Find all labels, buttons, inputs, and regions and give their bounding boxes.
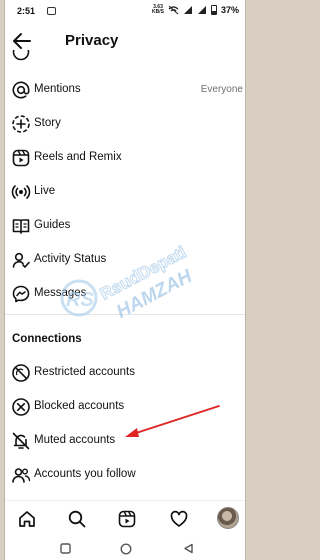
story-icon — [12, 115, 30, 133]
row-label: Live — [34, 185, 56, 197]
phone-screen: 2:51 3.63 KB/S 37% Privacy Mentions Ever… — [4, 0, 246, 560]
back-triangle-icon[interactable] — [183, 543, 194, 554]
wifi-off-icon — [168, 5, 179, 15]
signal-icon — [183, 6, 192, 14]
comment-icon — [12, 50, 30, 61]
activity-status-icon — [12, 252, 30, 268]
muted-bell-icon — [12, 432, 30, 450]
annotation-arrow — [125, 405, 220, 437]
restricted-icon — [12, 364, 30, 382]
notification-icon — [47, 7, 56, 15]
row-label: Blocked accounts — [34, 400, 125, 412]
status-bar: 2:51 3.63 KB/S 37% — [5, 0, 245, 24]
search-icon[interactable] — [67, 509, 87, 529]
home-icon[interactable] — [17, 509, 37, 529]
row-live[interactable]: Live — [5, 175, 245, 209]
signal-icon-2 — [197, 6, 206, 14]
bottom-nav — [5, 500, 245, 536]
profile-avatar[interactable] — [217, 507, 239, 529]
system-nav-bar — [5, 538, 245, 560]
status-right: 3.63 KB/S 37% — [152, 5, 239, 15]
row-label: Reels and Remix — [34, 151, 122, 163]
row-label: Muted accounts — [34, 434, 116, 446]
row-messages[interactable]: Messages — [5, 277, 245, 311]
row-reels-remix[interactable]: Reels and Remix — [5, 141, 245, 175]
live-icon — [11, 185, 31, 199]
section-divider — [5, 314, 245, 315]
row-label: Messages — [34, 287, 87, 299]
recents-square-icon[interactable] — [60, 543, 71, 554]
speed-unit: KB/S — [152, 9, 164, 15]
row-label: Mentions — [34, 83, 81, 95]
at-icon — [12, 81, 30, 99]
row-story[interactable]: Story — [5, 107, 245, 141]
row-mentions[interactable]: Mentions Everyone — [5, 73, 245, 107]
row-guides[interactable]: Guides — [5, 209, 245, 243]
messenger-icon — [12, 285, 30, 303]
home-circle-icon[interactable] — [120, 543, 132, 555]
guides-icon — [12, 219, 30, 234]
activity-heart-icon[interactable] — [169, 509, 189, 529]
partial-row-comments[interactable] — [5, 50, 245, 64]
row-accounts-you-follow[interactable]: Accounts you follow — [5, 458, 245, 492]
row-label: Story — [34, 117, 61, 129]
people-icon — [12, 468, 31, 483]
row-label: Activity Status — [34, 253, 107, 265]
reels-icon — [12, 149, 30, 167]
row-activity-status[interactable]: Activity Status — [5, 243, 245, 277]
blocked-icon — [12, 398, 30, 416]
row-value: Everyone — [200, 84, 243, 95]
back-arrow-icon[interactable] — [11, 30, 33, 52]
page-title: Privacy — [65, 32, 119, 49]
row-label: Accounts you follow — [34, 468, 136, 480]
battery-percent: 37% — [220, 5, 239, 15]
row-label: Restricted accounts — [34, 366, 135, 378]
reels-nav-icon[interactable] — [117, 509, 137, 529]
section-heading-connections: Connections — [12, 333, 82, 345]
row-restricted-accounts[interactable]: Restricted accounts — [5, 356, 245, 390]
network-speed: 3.63 KB/S — [152, 5, 164, 15]
battery-icon — [210, 5, 217, 15]
status-time: 2:51 — [17, 6, 36, 16]
row-label: Guides — [34, 219, 71, 231]
